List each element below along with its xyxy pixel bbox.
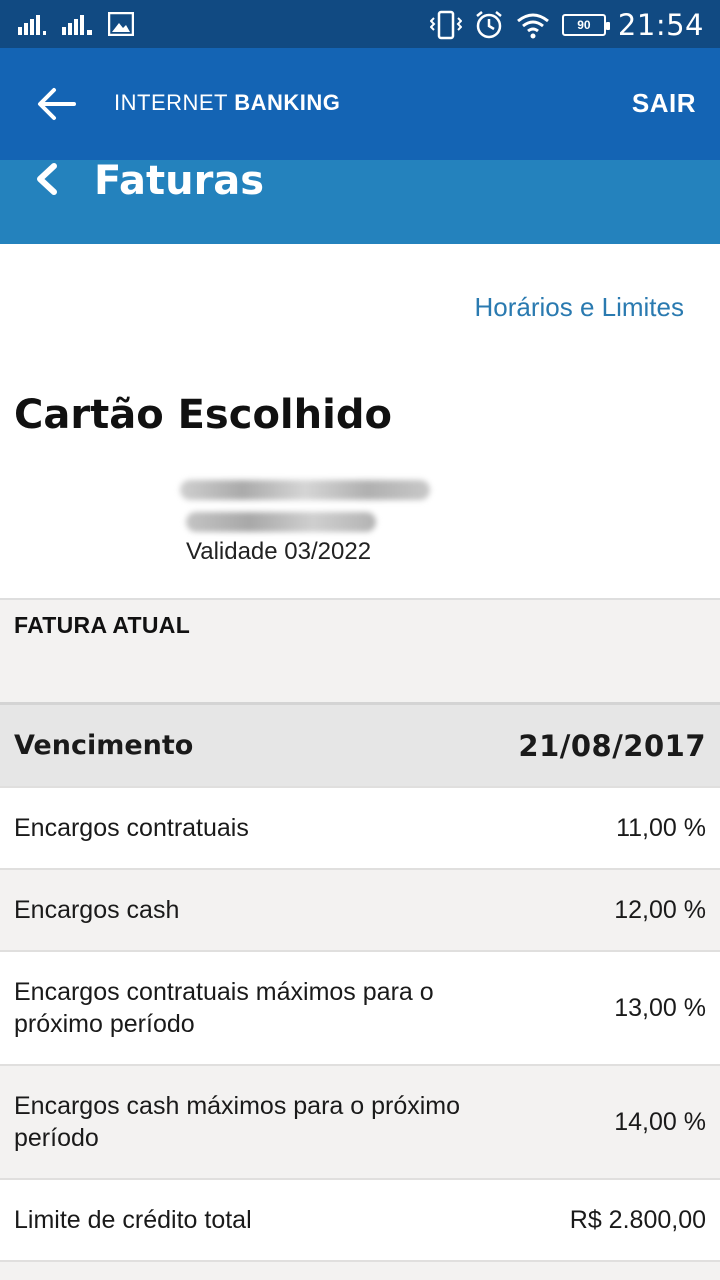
card-holder-redacted: [186, 512, 376, 532]
fatura-atual-section: FATURA ATUAL: [0, 598, 720, 702]
row-value: 12,00 %: [614, 895, 706, 924]
alarm-icon: [476, 11, 502, 39]
vencimento-row: Vencimento 21/08/2017: [0, 702, 720, 786]
image-icon: [108, 12, 134, 36]
fatura-table: Vencimento 21/08/2017 Encargos contratua…: [0, 702, 720, 1280]
card-title: Cartão Escolhido: [14, 392, 392, 438]
battery-icon: 90: [561, 14, 610, 36]
row-value: 13,00 %: [614, 993, 706, 1022]
card-number-redacted: [180, 480, 430, 500]
row-value: R$ 2.800,00: [569, 1205, 706, 1234]
vibrate-icon: [429, 10, 462, 40]
brand-logo: INTERNET BANKING: [114, 90, 340, 116]
table-row-partial: [0, 1260, 720, 1280]
row-value: 11,00 %: [616, 813, 706, 842]
logout-button[interactable]: SAIR: [632, 88, 696, 119]
row-label: Encargos cash máximos para o próximo per…: [14, 1092, 461, 1152]
table-row: Encargos contratuais máximos para o próx…: [0, 950, 720, 1064]
page-title: Faturas: [94, 158, 265, 204]
chevron-left-icon[interactable]: [34, 162, 60, 196]
row-label: Limite de crédito total: [14, 1206, 252, 1234]
table-row: Encargos cash 12,00 %: [0, 868, 720, 950]
page-header: Faturas: [0, 158, 720, 244]
back-arrow-icon[interactable]: [36, 86, 76, 122]
table-row: Encargos contratuais 11,00 %: [0, 786, 720, 868]
wifi-icon: [516, 13, 549, 39]
vencimento-label: Vencimento: [14, 729, 194, 761]
table-row: Limite de crédito total R$ 2.800,00: [0, 1178, 720, 1260]
row-label: Encargos contratuais: [14, 814, 249, 842]
vencimento-value: 21/08/2017: [518, 728, 706, 763]
battery-level: 90: [577, 18, 591, 32]
signal-2-icon: [62, 15, 92, 35]
app-bar: INTERNET BANKING SAIR: [0, 48, 720, 160]
fatura-atual-label: FATURA ATUAL: [14, 612, 191, 638]
status-bar: 90 21:54: [0, 0, 720, 48]
table-row: Encargos cash máximos para o próximo per…: [0, 1064, 720, 1178]
status-time: 21:54: [617, 8, 704, 42]
row-label: Encargos cash: [14, 896, 180, 924]
row-label: Encargos contratuais máximos para o próx…: [14, 978, 434, 1038]
row-value: 14,00 %: [614, 1107, 706, 1136]
brand-bold: BANKING: [234, 90, 341, 115]
signal-icon: [18, 15, 46, 35]
brand-light: INTERNET: [114, 90, 235, 115]
horarios-limites-link[interactable]: Horários e Limites: [474, 292, 684, 323]
card-validade: Validade 03/2022: [186, 538, 372, 565]
